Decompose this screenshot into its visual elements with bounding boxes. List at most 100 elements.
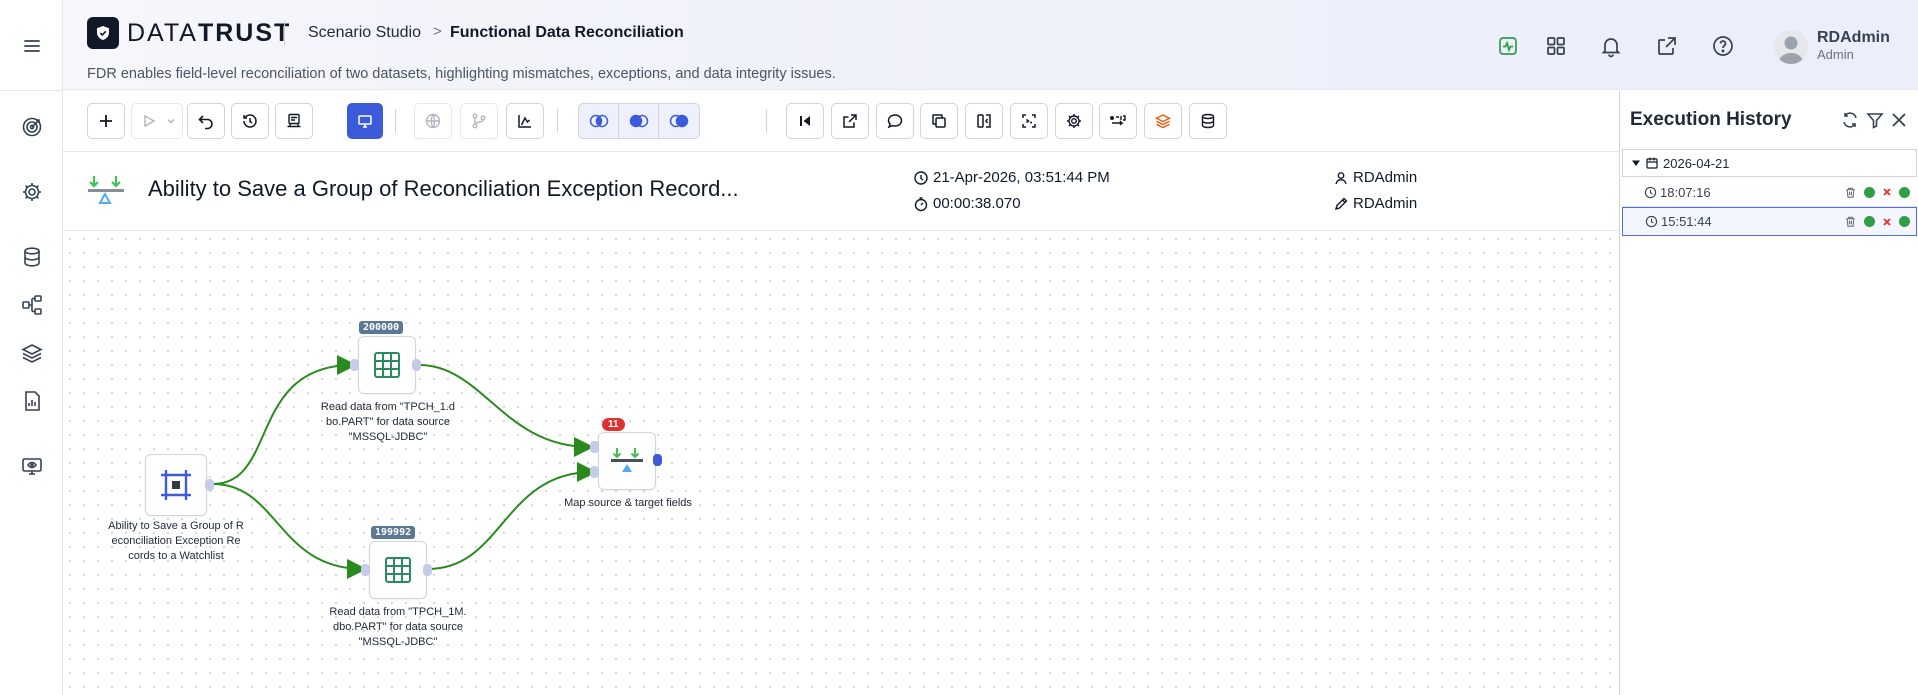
globe-button[interactable] [414, 103, 452, 139]
close-icon[interactable] [1889, 110, 1909, 130]
scan-button[interactable] [1010, 103, 1048, 139]
layers-icon[interactable] [20, 341, 44, 365]
history-button[interactable] [231, 103, 269, 139]
trash-icon[interactable] [1844, 215, 1857, 228]
undo-button[interactable] [187, 103, 225, 139]
map-fields-node[interactable] [598, 432, 656, 490]
gear-button[interactable] [1055, 103, 1093, 139]
history-date-group[interactable]: 2026-04-21 [1622, 149, 1917, 177]
clock-icon [1644, 186, 1657, 198]
run-button[interactable] [131, 103, 183, 139]
brand-wordmark: DATATRUST [127, 18, 292, 47]
read-node-2-label: Read data from "TPCH_1M. dbo.PART" for d… [329, 606, 467, 648]
port-in[interactable] [361, 564, 370, 576]
target-icon[interactable] [20, 115, 44, 139]
exception-count-badge: 11 [602, 418, 625, 431]
monitor-view-button[interactable] [347, 103, 383, 139]
read-node-1-label: Read data from "TPCH_1.d bo.PART" for da… [320, 401, 456, 443]
status-dot-icon [1899, 216, 1910, 227]
read-node-1[interactable] [358, 336, 416, 394]
error-x-icon [1883, 188, 1891, 196]
app-root: DATATRUST Scenario Studio > Functional D… [0, 0, 1918, 695]
port-out[interactable] [423, 564, 432, 576]
activity-icon[interactable] [1496, 34, 1520, 58]
sequence-button[interactable] [1099, 103, 1137, 139]
export-config-button[interactable] [275, 103, 313, 139]
modified-by-text: RDAdmin [1353, 195, 1418, 212]
copy-button[interactable] [920, 103, 958, 139]
created-by: RDAdmin [1333, 169, 1417, 186]
port-in[interactable] [350, 359, 359, 371]
run-time: 18:07:16 [1660, 184, 1711, 200]
help-icon[interactable] [1711, 34, 1735, 58]
menu-icon[interactable] [21, 35, 43, 57]
branch-button[interactable] [460, 103, 498, 139]
stopwatch-icon [914, 196, 928, 211]
settings-icon[interactable] [20, 180, 44, 204]
external-link-icon[interactable] [1655, 34, 1679, 58]
breadcrumb-scenario-studio[interactable]: Scenario Studio [308, 24, 421, 42]
stack-button[interactable] [1144, 103, 1182, 139]
reconcile-icon [611, 448, 643, 472]
clock-icon [1645, 215, 1658, 228]
scenario-info-bar: Ability to Save a Group of Reconciliatio… [63, 153, 1619, 231]
port-out[interactable] [653, 454, 662, 466]
inner-join-button[interactable] [579, 104, 619, 138]
table-icon [374, 352, 400, 378]
datastore-button[interactable] [1189, 103, 1227, 139]
compare-button[interactable] [965, 103, 1003, 139]
refresh-icon[interactable] [1840, 110, 1860, 130]
monitor-eye-icon[interactable] [20, 454, 44, 478]
workflow-icon[interactable] [20, 293, 44, 317]
user-icon [1335, 171, 1347, 184]
user-role: Admin [1817, 47, 1854, 62]
add-button[interactable] [87, 103, 125, 139]
trash-icon[interactable] [1844, 186, 1857, 199]
caret-down-icon [1632, 160, 1640, 166]
toolbar-divider [395, 109, 396, 133]
user-name[interactable]: RDAdmin [1817, 29, 1890, 47]
workflow-canvas[interactable]: Ability to Save a Group of R econciliati… [63, 232, 1619, 695]
port-in[interactable] [590, 466, 599, 478]
first-record-button[interactable] [786, 103, 824, 139]
breadcrumb-current: Functional Data Reconciliation [450, 24, 684, 41]
status-dot-icon [1899, 186, 1910, 198]
database-icon[interactable] [20, 245, 44, 269]
left-rail [0, 0, 63, 695]
read-node-2[interactable] [369, 541, 427, 599]
run-datetime: 21-Apr-2026, 03:51:44 PM [913, 169, 1110, 186]
history-run-row-selected[interactable]: 15:51:44 [1622, 207, 1917, 236]
comment-button[interactable] [876, 103, 914, 139]
history-date-text: 2026-04-21 [1663, 155, 1730, 171]
share-button[interactable] [831, 103, 869, 139]
run-duration: 00:00:38.070 [913, 195, 1021, 212]
scenario-title: Ability to Save a Group of Reconciliatio… [148, 176, 739, 201]
report-icon[interactable] [20, 389, 44, 413]
bell-icon[interactable] [1599, 34, 1623, 58]
chart-button[interactable] [506, 103, 544, 139]
start-node[interactable] [145, 454, 207, 516]
record-count-badge: 199992 [371, 526, 416, 539]
apps-grid-icon[interactable] [1544, 34, 1568, 58]
avatar[interactable] [1774, 30, 1808, 64]
start-node-label: Ability to Save a Group of R econciliati… [108, 520, 244, 562]
port-out[interactable] [205, 479, 214, 491]
port-in[interactable] [590, 441, 599, 453]
execution-history-panel: Execution History 2026-04-21 18:07:16 15… [1619, 91, 1918, 695]
frame-icon [161, 470, 191, 500]
filter-icon[interactable] [1865, 110, 1885, 130]
panel-title: Execution History [1630, 109, 1792, 130]
header-divider [284, 20, 285, 46]
page-description: FDR enables field-level reconciliation o… [87, 66, 836, 82]
toolbar-divider [766, 109, 767, 133]
left-join-button[interactable] [619, 104, 659, 138]
right-join-button[interactable] [659, 104, 699, 138]
run-datetime-text: 21-Apr-2026, 03:51:44 PM [933, 169, 1110, 186]
breadcrumb-separator: > [433, 23, 442, 40]
record-count-badge: 200000 [359, 321, 404, 334]
status-dot-icon [1864, 186, 1875, 198]
port-out[interactable] [412, 359, 421, 371]
run-duration-text: 00:00:38.070 [933, 195, 1021, 212]
history-run-row[interactable]: 18:07:16 [1622, 178, 1917, 207]
brand-logo[interactable]: DATATRUST [87, 17, 291, 49]
